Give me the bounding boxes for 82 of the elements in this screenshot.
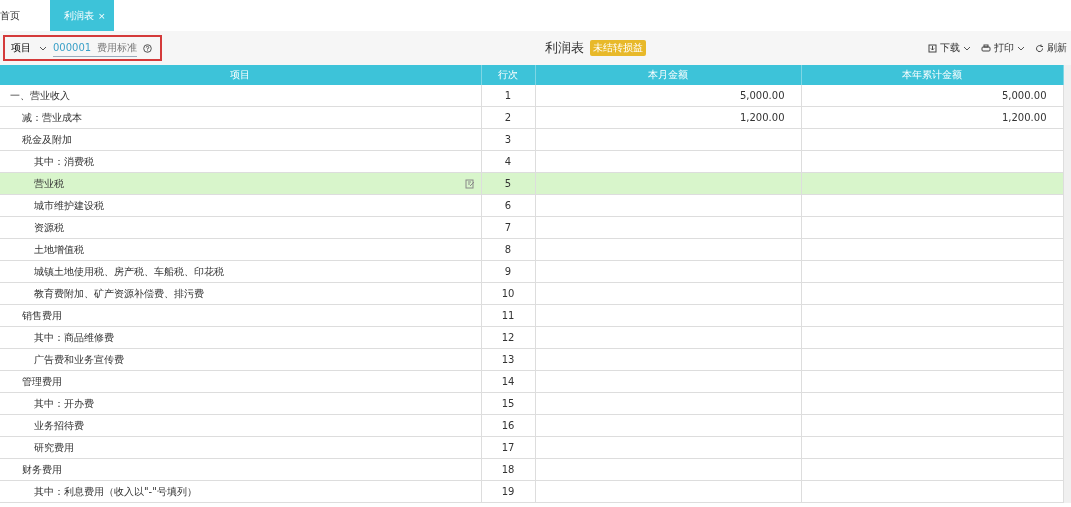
item-cell: 管理费用 — [22, 374, 62, 389]
item-cell: 其中：消费税 — [34, 154, 94, 169]
table-row[interactable]: 税金及附加 3 — [0, 128, 1063, 151]
chevron-down-icon — [39, 45, 47, 51]
table-row[interactable]: 其中：开办费 15 — [0, 392, 1063, 415]
table-row[interactable]: 资源税 7 — [0, 216, 1063, 239]
table-row[interactable]: 城市维护建设税 6 — [0, 194, 1063, 217]
line-number-cell: 11 — [501, 310, 515, 321]
dimension-select[interactable]: 项目 — [11, 41, 47, 55]
line-number-cell: 4 — [504, 156, 512, 167]
line-number-cell: 10 — [501, 288, 515, 299]
scrollbar[interactable] — [1063, 65, 1071, 503]
chevron-down-icon — [963, 45, 971, 51]
item-cell: 城镇土地使用税、房产税、车船税、印花税 — [34, 264, 224, 279]
table-row[interactable]: 销售费用 11 — [0, 304, 1063, 327]
item-cell: 其中：开办费 — [34, 396, 94, 411]
table-row[interactable]: 财务费用 18 — [0, 458, 1063, 481]
item-cell: 其中：利息费用（收入以"-"号填列） — [34, 484, 197, 499]
table-row[interactable]: 城镇土地使用税、房产税、车船税、印花税 9 — [0, 260, 1063, 283]
chevron-down-icon — [1017, 45, 1025, 51]
table-row[interactable]: 一、营业收入 1 5,000.00 5,000.00 — [0, 85, 1063, 107]
amount-cell: 1,200.00 — [739, 112, 785, 123]
help-icon[interactable] — [143, 43, 153, 53]
amount-cell: 1,200.00 — [1001, 112, 1047, 123]
table-row[interactable]: 其中：商品维修费 12 — [0, 326, 1063, 349]
line-number-cell: 3 — [504, 134, 512, 145]
item-cell: 财务费用 — [22, 462, 62, 477]
table-row[interactable]: 土地增值税 8 — [0, 238, 1063, 261]
column-header: 行次 — [481, 65, 535, 85]
amount-cell: 5,000.00 — [1001, 90, 1047, 101]
line-number-cell: 5 — [504, 178, 512, 189]
item-cell: 减：营业成本 — [22, 110, 82, 125]
table-row[interactable]: 教育费附加、矿产资源补偿费、排污费 10 — [0, 282, 1063, 305]
line-number-cell: 1 — [504, 90, 512, 101]
item-cell: 业务招待费 — [34, 418, 84, 433]
line-number-cell: 15 — [501, 398, 515, 409]
line-number-cell: 6 — [504, 200, 512, 211]
refresh-icon — [1035, 43, 1044, 53]
line-number-cell: 7 — [504, 222, 512, 233]
line-number-cell: 14 — [501, 376, 515, 387]
tab[interactable]: 首页 — [0, 0, 30, 31]
account-select[interactable]: 000001 费用标准 — [53, 39, 138, 57]
item-cell: 营业税 — [34, 176, 64, 191]
item-cell: 资源税 — [34, 220, 64, 235]
column-header: 项目 — [0, 65, 481, 85]
item-cell: 一、营业收入 — [10, 88, 70, 103]
line-number-cell: 17 — [501, 442, 515, 453]
column-header: 本年累计金额 — [801, 65, 1063, 85]
edit-icon[interactable] — [464, 178, 475, 189]
line-number-cell: 8 — [504, 244, 512, 255]
printer-icon — [981, 43, 991, 53]
line-number-cell: 12 — [501, 332, 515, 343]
item-cell: 广告费和业务宣传费 — [34, 352, 124, 367]
column-header: 本月金额 — [535, 65, 801, 85]
item-cell: 其中：商品维修费 — [34, 330, 114, 345]
table-row[interactable]: 业务招待费 16 — [0, 414, 1063, 437]
item-cell: 城市维护建设税 — [34, 198, 104, 213]
item-cell: 教育费附加、矿产资源补偿费、排污费 — [34, 286, 204, 301]
item-cell: 研究费用 — [34, 440, 74, 455]
table-row[interactable]: 其中：消费税 4 — [0, 150, 1063, 173]
status-badge: 未结转损益 — [589, 40, 646, 56]
table-row[interactable]: 其中：利息费用（收入以"-"号填列） 19 — [0, 480, 1063, 503]
item-cell: 税金及附加 — [22, 132, 72, 147]
line-number-cell: 9 — [504, 266, 512, 277]
line-number-cell: 16 — [501, 420, 515, 431]
table-row[interactable]: 研究费用 17 — [0, 436, 1063, 459]
table-row[interactable]: 管理费用 14 — [0, 370, 1063, 393]
line-number-cell: 13 — [501, 354, 515, 365]
report-title: 利润表 — [544, 39, 584, 57]
download-icon — [928, 43, 937, 53]
line-number-cell: 2 — [504, 112, 512, 123]
toolbar-button[interactable]: 刷新 — [1035, 41, 1067, 55]
item-cell: 销售费用 — [22, 308, 62, 323]
amount-cell: 5,000.00 — [739, 90, 785, 101]
table-row[interactable]: 减：营业成本 2 1,200.00 1,200.00 — [0, 106, 1063, 129]
table-row[interactable]: 营业税 5 — [0, 172, 1063, 195]
line-number-cell: 19 — [501, 486, 515, 497]
table-row[interactable]: 广告费和业务宣传费 13 — [0, 348, 1063, 371]
toolbar-button[interactable]: 打印 — [981, 41, 1025, 55]
toolbar-button[interactable]: 下载 — [928, 41, 971, 55]
item-cell: 土地增值税 — [34, 242, 84, 257]
line-number-cell: 18 — [501, 464, 515, 475]
